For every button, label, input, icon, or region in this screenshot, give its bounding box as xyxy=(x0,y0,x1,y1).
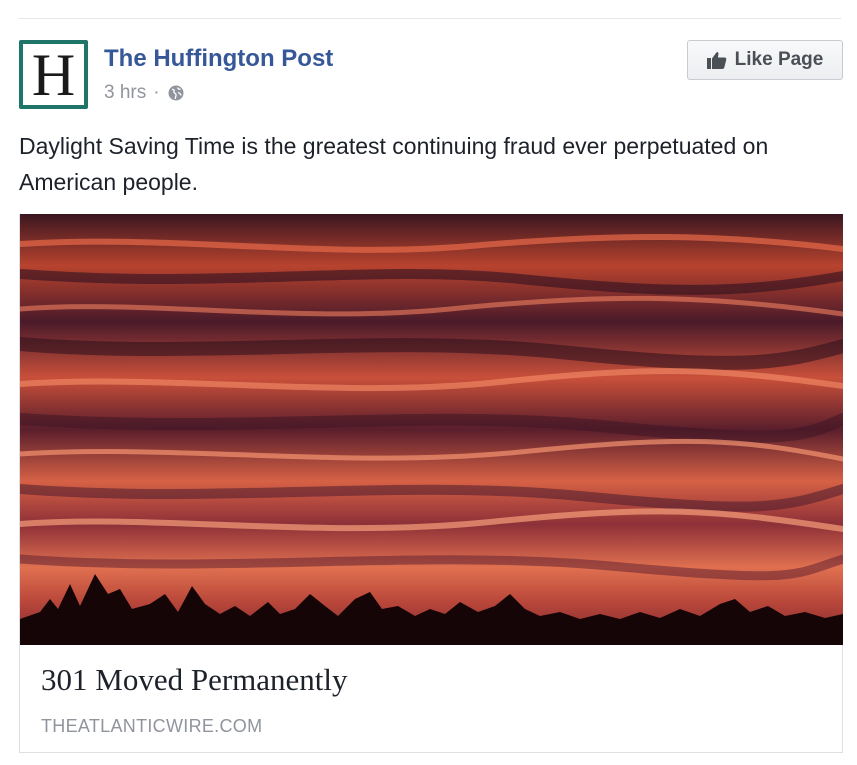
link-preview-card[interactable]: 301 Moved Permanently THEATLANTICWIRE.CO… xyxy=(19,214,843,753)
link-domain: THEATLANTICWIRE.COM xyxy=(41,716,263,736)
page-name-link[interactable]: The Huffington Post xyxy=(104,45,333,73)
meta-separator: · xyxy=(153,82,160,103)
thumbs-up-icon xyxy=(706,52,726,69)
page-avatar[interactable]: H xyxy=(19,40,88,109)
like-page-label: Like Page xyxy=(734,49,824,70)
link-title[interactable]: 301 Moved Permanently xyxy=(41,662,348,698)
sunset-photo[interactable] xyxy=(20,214,843,645)
post-timestamp[interactable]: 3 hrs xyxy=(104,82,146,104)
top-divider xyxy=(19,18,841,19)
avatar-logo-letter: H xyxy=(23,44,84,105)
post-message: Daylight Saving Time is the greatest con… xyxy=(19,133,769,195)
post-meta: 3 hrs · xyxy=(104,82,184,104)
globe-icon[interactable] xyxy=(168,85,184,101)
like-page-button[interactable]: Like Page xyxy=(687,40,843,80)
